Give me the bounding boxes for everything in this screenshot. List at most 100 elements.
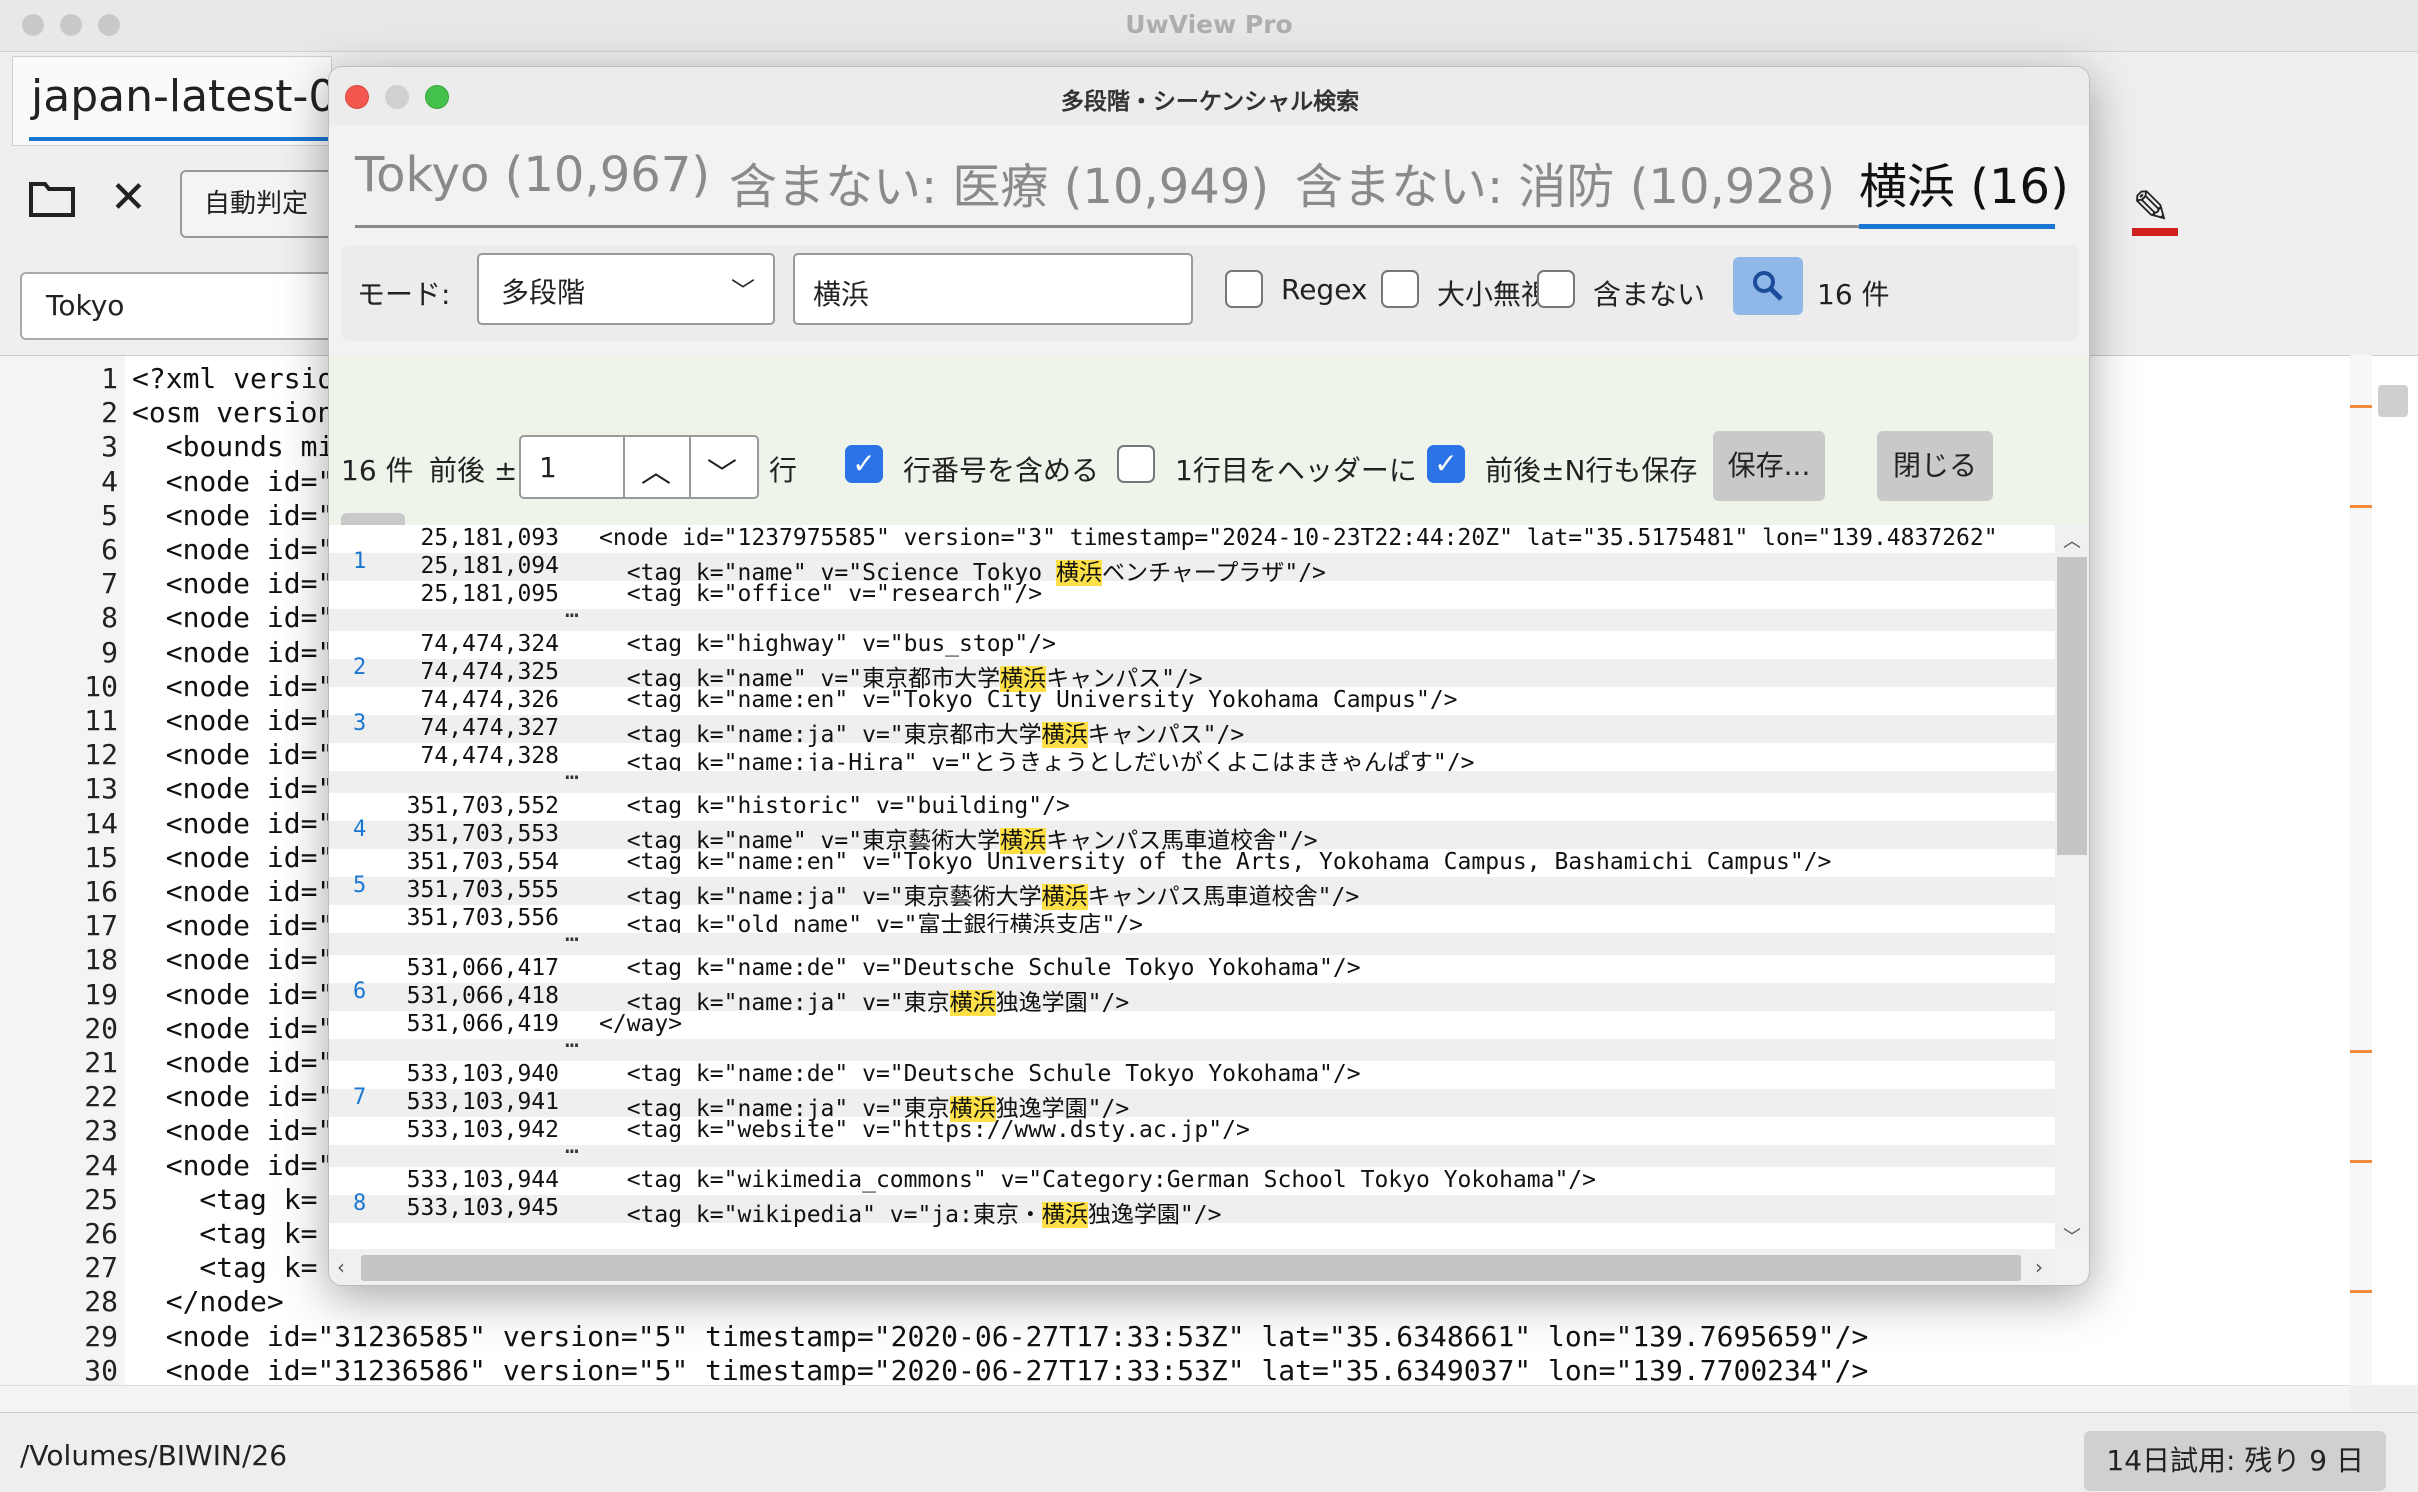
line-number: 10 <box>84 669 118 703</box>
result-context-row[interactable]: 74,474,328 <tag k="name:ja-Hira" v="とうきょ… <box>329 743 2055 776</box>
result-context-row[interactable]: 531,066,417 <tag k="name:de" v="Deutsche… <box>329 955 2055 983</box>
close-icon[interactable]: ✕ <box>110 172 147 223</box>
header-first-checkbox[interactable] <box>1117 445 1155 483</box>
exclude-checkbox[interactable] <box>1537 270 1575 308</box>
result-text: <tag k="name:en" v="Tokyo City Universit… <box>599 687 1458 713</box>
result-hit-row[interactable]: 7 533,103,941 <tag k="name:ja" v="東京横浜独逸学… <box>329 1085 2055 1122</box>
line-number: 12 <box>84 738 118 772</box>
editor-scrollbar-thumb[interactable] <box>2378 385 2408 417</box>
save-button[interactable]: 保存... <box>1713 431 1825 501</box>
pen-icon[interactable]: ✎ <box>2132 180 2171 234</box>
save-context-checkbox[interactable]: ✓ <box>1427 445 1465 483</box>
mode-select[interactable]: 多段階 ﹀ <box>477 253 775 325</box>
result-hit-row[interactable]: 2 74,474,325 <tag k="name" v="東京都市大学横浜キャン… <box>329 655 2055 692</box>
line-number: 17 <box>84 909 118 943</box>
editor-line[interactable]: 28 </node> <box>0 1285 2330 1319</box>
decrement-icon[interactable]: ﹀ <box>707 449 737 493</box>
auto-detect-button[interactable]: 自動判定 <box>180 170 340 238</box>
result-separator[interactable]: … <box>329 921 2055 955</box>
match-highlight: 横浜 <box>1041 1202 1088 1228</box>
hit-index: 2 <box>353 655 367 680</box>
results-horizontal-thumb[interactable] <box>361 1255 2021 1281</box>
result-context-row[interactable]: 351,703,556 <tag k="old_name" v="富士銀行横浜支… <box>329 905 2055 938</box>
stage-1[interactable]: Tokyo (10,967) <box>355 147 710 203</box>
result-context-row[interactable]: 25,181,095 <tag k="office" v="research"/… <box>329 581 2055 609</box>
result-hit-row[interactable]: 8 533,103,945 <tag k="wikipedia" v="ja:東京… <box>329 1191 2055 1228</box>
result-text-post: 独逸学園"/> <box>1087 1202 1222 1228</box>
line-number: 6 <box>101 533 118 566</box>
result-hit-row[interactable]: 3 74,474,327 <tag k="name:ja" v="東京都市大学横浜… <box>329 711 2055 748</box>
result-text-pre: <tag k="name:en" v="Tokyo University of … <box>599 849 1832 875</box>
trial-badge: 14日試用: 残り 9 日 <box>2084 1431 2386 1491</box>
context-stepper[interactable]: 1 ︿ ﹀ <box>519 435 759 499</box>
result-text: <tag k="website" v="https://www.dsty.ac.… <box>599 1117 1250 1143</box>
folder-icon[interactable] <box>28 178 76 229</box>
line-code: <node id=" <box>132 977 335 1011</box>
app-title: UwView Pro <box>1125 10 1293 39</box>
line-code: <?xml versio <box>132 362 335 395</box>
search-button[interactable] <box>1733 257 1803 315</box>
editor-minimap[interactable] <box>2350 355 2372 1385</box>
line-number: 2 <box>101 396 118 430</box>
stage-3[interactable]: 含まない: 消防 (10,928) <box>1295 147 1835 217</box>
close-button[interactable]: 閉じる <box>1877 431 1993 501</box>
result-separator[interactable]: … <box>329 759 2055 793</box>
stage-2[interactable]: 含まない: 医療 (10,949) <box>729 147 1269 217</box>
query-input[interactable]: 横浜 <box>793 253 1193 325</box>
line-number: 21 <box>84 1046 118 1079</box>
regex-checkbox[interactable] <box>1225 270 1263 308</box>
results-list[interactable]: 25,181,093 <node id="1237975585" version=… <box>329 525 2055 1249</box>
result-hit-row[interactable]: 5 351,703,555 <tag k="name:ja" v="東京藝術大学横… <box>329 873 2055 910</box>
result-context-row[interactable]: 74,474,324 <tag k="highway" v="bus_stop"… <box>329 631 2055 659</box>
line-number: 4 <box>101 464 118 498</box>
result-context-row[interactable]: 531,066,419 </way> <box>329 1011 2055 1039</box>
main-title-bar: UwView Pro <box>0 0 2418 52</box>
result-separator[interactable]: … <box>329 597 2055 631</box>
editor-line[interactable]: 30 <node id="31236586" version="5" times… <box>0 1354 2330 1388</box>
search-input[interactable]: Tokyo <box>20 272 340 340</box>
file-tab[interactable]: japan-latest-0 <box>12 56 336 146</box>
result-context-row[interactable]: 533,103,940 <tag k="name:de" v="Deutsche… <box>329 1061 2055 1089</box>
result-hit-row[interactable]: 4 351,703,553 <tag k="name" v="東京藝術大学横浜キャ… <box>329 817 2055 854</box>
result-text: <tag k="wikimedia_commons" v="Category:G… <box>599 1167 1596 1193</box>
result-context-row[interactable]: 533,103,944 <tag k="wikimedia_commons" v… <box>329 1167 2055 1195</box>
result-context-row[interactable]: 25,181,093 <node id="1237975585" version=… <box>329 525 2055 553</box>
result-line-number: 74,474,325 <box>420 659 559 685</box>
line-code: <node id=" <box>132 875 335 908</box>
stage-4[interactable]: 横浜 (16) <box>1859 147 2069 217</box>
ignore-case-checkbox[interactable] <box>1381 270 1419 308</box>
results-scrollbar-thumb[interactable] <box>2057 557 2087 855</box>
line-code: <node id=" <box>132 498 335 532</box>
scroll-left-icon[interactable]: ‹ <box>337 1255 345 1279</box>
line-code: <node id=" <box>132 772 335 806</box>
result-hit-row[interactable]: 1 25,181,094 <tag k="name" v="Science Tok… <box>329 549 2055 586</box>
include-line-no-checkbox[interactable]: ✓ <box>845 445 883 483</box>
result-context-row[interactable]: 533,103,942 <tag k="website" v="https://… <box>329 1117 2055 1145</box>
scroll-down-icon[interactable]: ﹀ <box>2063 1223 2081 1249</box>
minimap-mark <box>2350 1160 2372 1163</box>
hit-index: 6 <box>353 979 367 1004</box>
line-number: 5 <box>101 498 118 532</box>
result-line-number: 74,474,326 <box>420 687 559 713</box>
line-code: <node id=" <box>132 738 335 772</box>
line-number: 25 <box>84 1182 118 1216</box>
result-line-number: 74,474,327 <box>420 715 559 741</box>
result-text: <tag k="wikipedia" v="ja:東京・横浜独逸学園"/> <box>599 1195 1221 1229</box>
scroll-up-icon[interactable]: ︿ <box>2063 527 2081 553</box>
line-code: <node id=" <box>132 533 335 566</box>
result-line-number: 533,103,944 <box>406 1167 559 1193</box>
result-context-row[interactable]: 351,703,554 <tag k="name:en" v="Tokyo Un… <box>329 849 2055 877</box>
editor-horizontal-scrollbar[interactable] <box>0 1385 2350 1411</box>
increment-icon[interactable]: ︿ <box>641 447 671 491</box>
result-separator[interactable]: … <box>329 1027 2055 1061</box>
result-context-row[interactable]: 74,474,326 <tag k="name:en" v="Tokyo Cit… <box>329 687 2055 715</box>
minimap-mark <box>2350 405 2372 408</box>
line-number: 3 <box>101 430 118 464</box>
result-hit-row[interactable]: 6 531,066,418 <tag k="name:ja" v="東京横浜独逸学… <box>329 979 2055 1016</box>
scroll-right-icon[interactable]: › <box>2035 1255 2043 1279</box>
result-separator[interactable]: … <box>329 1133 2055 1167</box>
result-text-pre: <tag k="name:en" v="Tokyo City Universit… <box>599 687 1458 713</box>
result-context-row[interactable]: 351,703,552 <tag k="historic" v="buildin… <box>329 793 2055 821</box>
editor-line[interactable]: 29 <node id="31236585" version="5" times… <box>0 1320 2330 1354</box>
result-line-number: 74,474,328 <box>420 743 559 769</box>
